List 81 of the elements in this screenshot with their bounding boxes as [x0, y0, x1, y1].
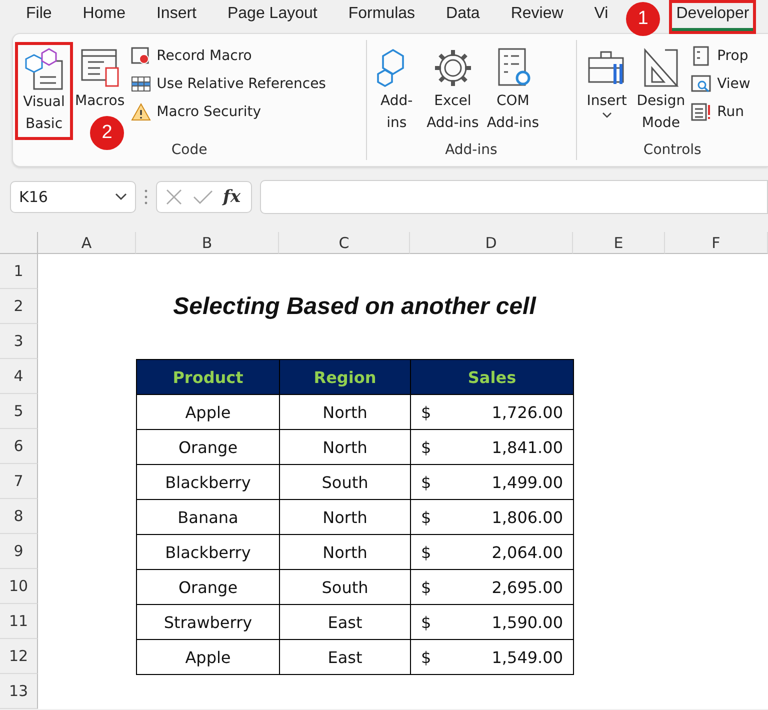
- ribbon-tab[interactable]: Vi: [594, 1, 608, 31]
- currency-symbol: $: [421, 508, 432, 526]
- amount: 1,499.00: [492, 472, 563, 492]
- group-label: Add-ins: [445, 142, 498, 160]
- ribbon-tab[interactable]: File: [26, 1, 52, 31]
- header-cell: Sales: [410, 359, 574, 395]
- row-header[interactable]: 11: [0, 604, 38, 639]
- row-header[interactable]: 6: [0, 429, 38, 464]
- column-header[interactable]: B: [136, 232, 279, 254]
- amount: 1,590.00: [492, 612, 563, 632]
- ribbon-tab[interactable]: Insert: [156, 1, 196, 31]
- ribbon-button[interactable]: Design Mode: [634, 46, 688, 134]
- currency-symbol: $: [421, 612, 432, 632]
- row-header[interactable]: 9: [0, 534, 38, 569]
- currency-symbol: $: [421, 578, 432, 596]
- dots-icon: [144, 189, 148, 205]
- ribbon-button[interactable]: Insert: [582, 46, 631, 118]
- header-cell: Product: [136, 359, 280, 395]
- row-header[interactable]: 1: [0, 254, 38, 289]
- ribbon-tab[interactable]: Developer: [669, 0, 756, 34]
- ribbon-button[interactable]: COM Add-ins: [484, 46, 542, 134]
- row-header[interactable]: 4: [0, 359, 38, 394]
- table-cell: Apple: [136, 639, 280, 675]
- amount: 1,549.00: [492, 648, 563, 666]
- name-box[interactable]: K16: [10, 181, 136, 213]
- step-badge: 1: [626, 2, 660, 36]
- header-cell: Region: [279, 359, 411, 395]
- amount: 1,726.00: [492, 402, 563, 422]
- dialog-exclamation-icon: [691, 102, 712, 122]
- ribbon-button[interactable]: Prop: [691, 46, 750, 66]
- row-header[interactable]: 13: [0, 674, 38, 709]
- amount: 1,841.00: [492, 438, 563, 456]
- ribbon-tab[interactable]: Data: [446, 1, 480, 31]
- row-header[interactable]: 5: [0, 394, 38, 429]
- select-all-corner[interactable]: [0, 232, 38, 254]
- record-icon: [130, 46, 151, 66]
- ribbon-button[interactable]: View: [691, 74, 750, 94]
- ribbon-button[interactable]: Add- ins: [372, 46, 421, 134]
- formula-field[interactable]: [260, 180, 768, 214]
- column-header[interactable]: C: [279, 232, 410, 254]
- ribbon-button[interactable]: Macros: [73, 46, 127, 112]
- column-header[interactable]: F: [665, 232, 768, 254]
- column-header[interactable]: E: [573, 232, 665, 254]
- ribbon-button[interactable]: Use Relative References: [130, 74, 326, 94]
- amount: 1,806.00: [492, 508, 563, 526]
- row-header[interactable]: 12: [0, 639, 38, 674]
- column-header[interactable]: A: [38, 232, 136, 254]
- amount: 2,064.00: [492, 542, 563, 562]
- ribbon-button[interactable]: Macro Security: [130, 102, 326, 122]
- currency-symbol: $: [421, 542, 432, 562]
- sheet-title: Selecting Based on another cell: [173, 292, 536, 320]
- check-icon[interactable]: [193, 189, 213, 205]
- row-header[interactable]: 10: [0, 569, 38, 604]
- currency-symbol: $: [421, 402, 432, 422]
- chevron-icon: [115, 193, 127, 201]
- ribbon-button[interactable]: Record Macro: [130, 46, 326, 66]
- group-label: Code: [171, 142, 208, 160]
- currency-symbol: $: [421, 472, 432, 492]
- properties-icon: [691, 46, 712, 66]
- ribbon-tab[interactable]: Formulas: [348, 1, 416, 31]
- ribbon-tab[interactable]: Review: [510, 1, 564, 31]
- ribbon-tab[interactable]: Home: [82, 1, 126, 31]
- ribbon-button[interactable]: Visual Basic: [15, 42, 73, 140]
- row-header[interactable]: 7: [0, 464, 38, 499]
- group-label: Controls: [643, 142, 702, 160]
- ribbon-tab[interactable]: Page Layout: [227, 1, 318, 31]
- insert-function-button[interactable]: fx: [223, 187, 240, 207]
- amount: 2,695.00: [492, 578, 563, 596]
- row-header[interactable]: 3: [0, 324, 38, 359]
- currency-symbol: $: [421, 648, 432, 666]
- warning-icon: [130, 102, 151, 122]
- cancel-icon[interactable]: [165, 188, 183, 206]
- magnifier-window-icon: [691, 74, 712, 94]
- column-header[interactable]: D: [410, 232, 573, 254]
- ribbon-button[interactable]: Run: [691, 102, 750, 122]
- row-header[interactable]: 2: [0, 289, 38, 324]
- grid-icon: [130, 74, 151, 94]
- caret-icon: [602, 112, 612, 118]
- currency-symbol: $: [421, 438, 432, 456]
- ribbon-button[interactable]: Excel Add-ins: [424, 46, 481, 134]
- row-header[interactable]: 8: [0, 499, 38, 534]
